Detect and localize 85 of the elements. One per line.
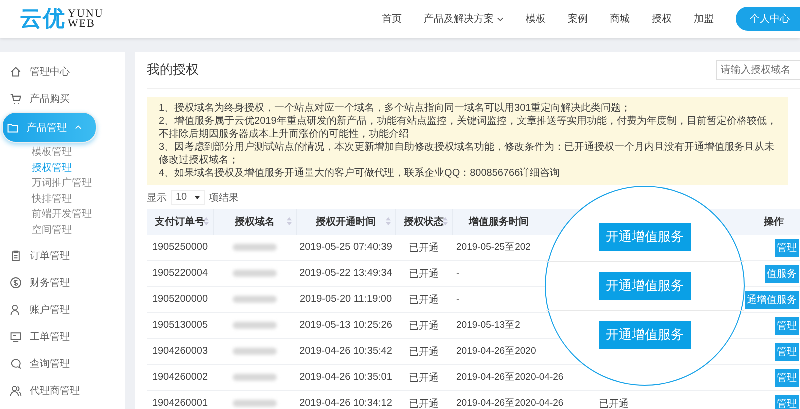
notice-text: 1、授权域名为终身授权，一个站点对应一个域名，多个站点指向同一域名可以用301重定向解决此类问题； <box>159 102 632 115</box>
caret-icon <box>497 16 504 22</box>
table-cell: 已开通 <box>396 390 452 409</box>
length-label: 显示 <box>147 192 167 204</box>
column-header[interactable]: 授权状态 <box>396 209 452 235</box>
table-cell: 已开通 <box>396 260 452 286</box>
table-cell: 2019-05-13 10:25:26 <box>296 312 396 338</box>
submenu-item[interactable]: 万词推广管理 <box>32 176 125 192</box>
length-label: 项结果 <box>209 192 240 204</box>
table-cell: 2019-04-26 10:35:01 <box>296 364 396 390</box>
activate-service-button[interactable]: 开通增值服务 <box>599 223 691 251</box>
sidebar-item[interactable]: 查询管理 <box>0 350 121 377</box>
blurred-text <box>233 244 277 251</box>
submenu-item[interactable]: 模板管理 <box>32 145 125 160</box>
table-cell: 1905220004 <box>147 260 214 286</box>
nav-link[interactable]: 模板 <box>526 12 546 26</box>
activate-service-button[interactable]: 开通增值服务 <box>599 272 691 300</box>
nav-link[interactable]: 加盟 <box>694 12 714 26</box>
table-cell: 已开通 <box>396 364 452 390</box>
table-cell: 2019-04-26 10:34:12 <box>296 390 396 409</box>
table-cell: 已开通 <box>396 338 452 364</box>
notice-text: 2、增值服务属于云优2019年重点研发的新产品，功能有站点监控，关键词监控，文章推送等实用功能，付费为年度制，目前暂定价格较低，不排除后期因服务器成本上升而涨价的可能性，功能介绍 <box>159 115 778 141</box>
column-header[interactable]: 支付订单号 <box>147 209 214 235</box>
sort-icon <box>386 217 391 226</box>
nav-link[interactable]: 首页 <box>382 12 402 26</box>
sidebar-item[interactable]: 账户管理 <box>0 296 121 323</box>
table-cell: 1904260003 <box>147 338 214 364</box>
sidebar-item[interactable]: 工单管理 <box>0 323 121 350</box>
table-cell: 已开通 <box>396 312 452 338</box>
column-header: 增值服务时间 <box>452 209 582 235</box>
table-cell: 1904260001 <box>147 390 214 409</box>
blurred-text <box>233 400 277 407</box>
submenu-item[interactable]: 快排管理 <box>32 192 125 207</box>
table-cell: 已开通 <box>396 235 452 260</box>
column-header[interactable]: 授权域名 <box>214 209 296 235</box>
table-cell: 已开通 <box>396 286 452 312</box>
logo-text[interactable]: WEB <box>68 19 104 29</box>
folder-icon <box>7 122 19 134</box>
nav-link[interactable]: 授权 <box>652 12 672 26</box>
notice-text: 4、如果域名授权及增值服务开通量大的客户可做代理，联系企业QQ：800856766详细咨询 <box>159 167 562 180</box>
dollar-icon <box>10 276 22 288</box>
table-cell: 2019-04-26 10:35:42 <box>296 338 396 364</box>
users-icon <box>10 384 22 396</box>
blurred-text <box>233 296 277 303</box>
home-icon <box>10 66 22 78</box>
table-cell: 2019-05-20 11:19:00 <box>296 286 396 312</box>
submenu-item[interactable]: 前端开发管理 <box>32 207 125 222</box>
activate-service-button[interactable]: 开通增值服务 <box>599 321 691 349</box>
sort-icon <box>204 217 209 226</box>
table-cell: 2019-05-25 07:40:39 <box>296 235 396 260</box>
table-cell: 1905250000 <box>147 235 214 260</box>
sort-icon <box>287 217 292 226</box>
page-title: 我的授权 <box>147 61 199 79</box>
table-cell: 已开通 <box>599 398 629 409</box>
user-icon <box>10 304 22 316</box>
table-cell: 2019-04-26至2020-04-26 <box>452 390 582 409</box>
chat-icon <box>10 358 22 370</box>
nav-link[interactable]: 产品及解决方案 <box>424 12 504 26</box>
nav-link[interactable]: 案例 <box>568 12 588 26</box>
monitor-icon <box>10 330 22 342</box>
table-cell: 1904260002 <box>147 364 214 390</box>
sort-icon <box>443 217 448 226</box>
logo-text[interactable]: YUNU <box>68 9 104 19</box>
sidebar-item[interactable]: 产品购买 <box>0 85 121 112</box>
cart-icon <box>10 92 22 104</box>
table-cell: 2019-05-22 13:49:34 <box>296 260 396 286</box>
sidebar-item[interactable]: 管理中心 <box>0 58 121 85</box>
notice-text: 3、因考虑到部分用户测试站点的情况，本次更新增加自助修改授权域名功能，修改条件为：已开通授权一个月内且没有开通增值服务且从未修改过授权域名； <box>159 141 776 167</box>
sidebar-item[interactable]: 订单管理 <box>0 242 121 269</box>
clipboard-icon <box>10 250 22 262</box>
page-size-select[interactable]: 10 <box>171 190 206 205</box>
submenu-item[interactable]: 授权管理 <box>32 160 125 176</box>
table-cell: 1905200000 <box>147 286 214 312</box>
nav-link[interactable]: 商城 <box>610 12 630 26</box>
blurred-text <box>233 270 277 277</box>
blurred-text <box>233 322 277 329</box>
sidebar-item[interactable]: 代理商管理 <box>0 377 121 404</box>
dropdown-arrow-icon <box>195 196 200 200</box>
table-cell: 1905130005 <box>147 312 214 338</box>
sidebar-item[interactable]: 财务管理 <box>0 269 121 296</box>
column-header[interactable]: 授权开通时间 <box>296 209 396 235</box>
blurred-text <box>233 348 277 355</box>
blurred-text <box>233 374 277 381</box>
search-field[interactable]: 请输入授权域名 <box>716 60 800 80</box>
submenu-item[interactable]: 空间管理 <box>32 222 125 238</box>
